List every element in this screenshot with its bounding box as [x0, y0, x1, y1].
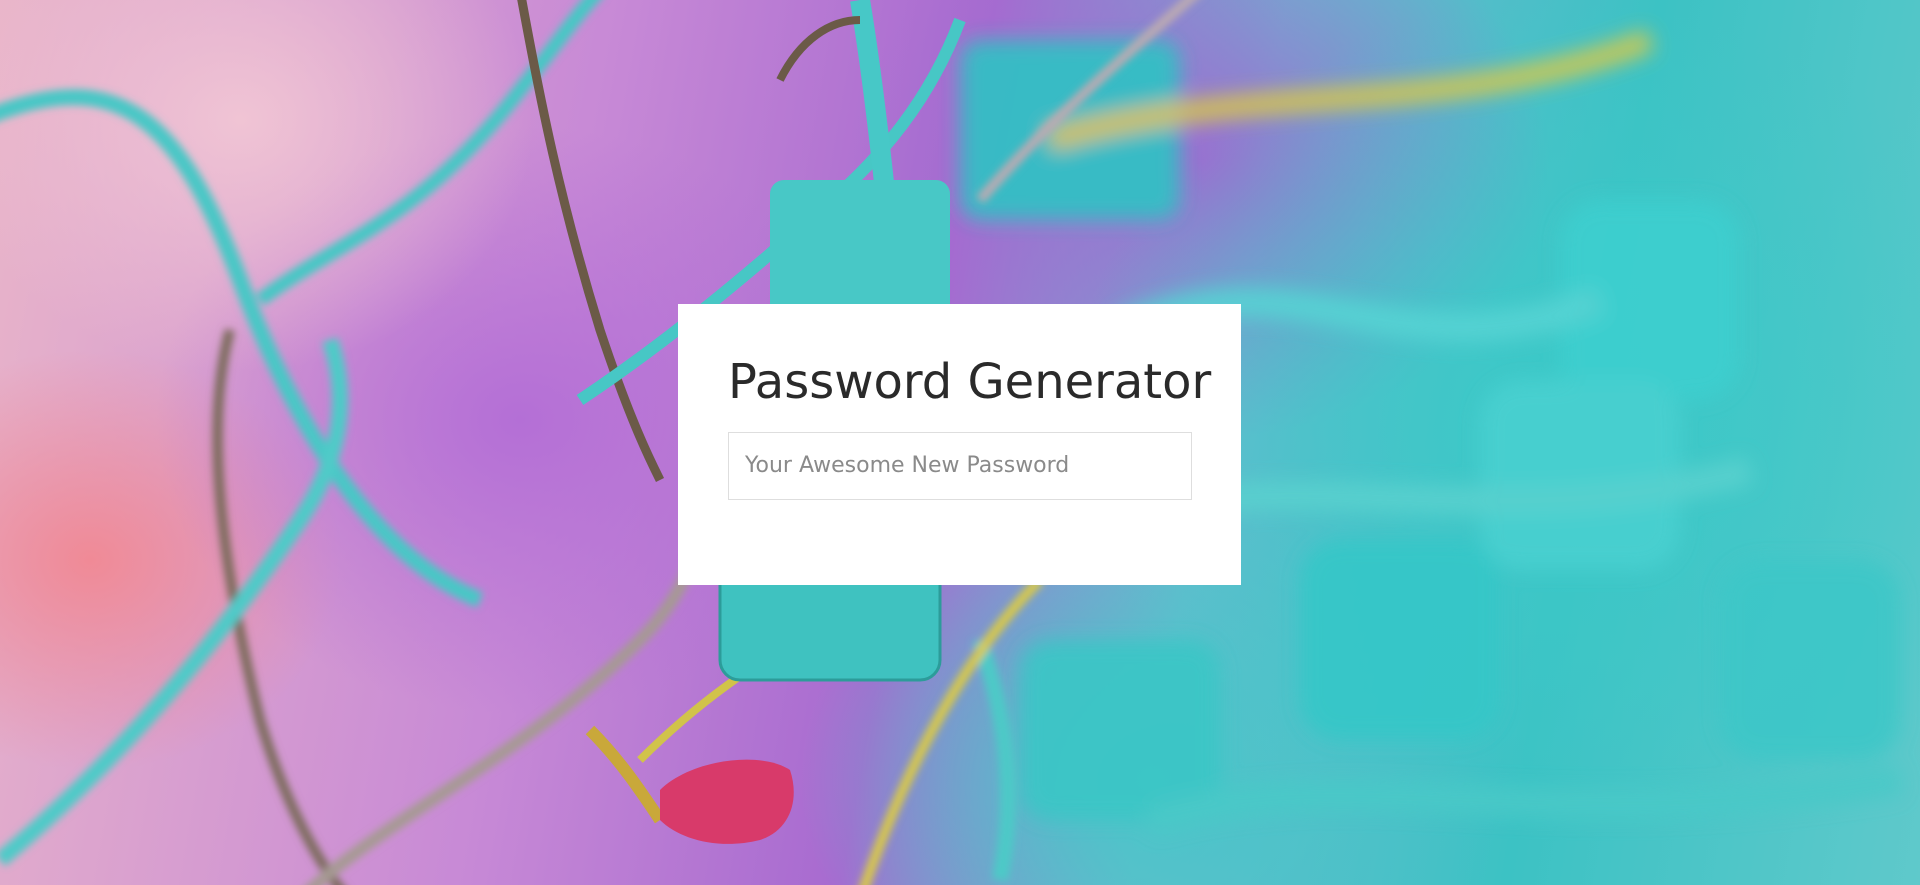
- password-generator-card: Password Generator: [678, 304, 1241, 585]
- page-title: Password Generator: [728, 354, 1212, 410]
- password-output-field[interactable]: [728, 431, 1192, 500]
- magenta-tag: [660, 759, 794, 844]
